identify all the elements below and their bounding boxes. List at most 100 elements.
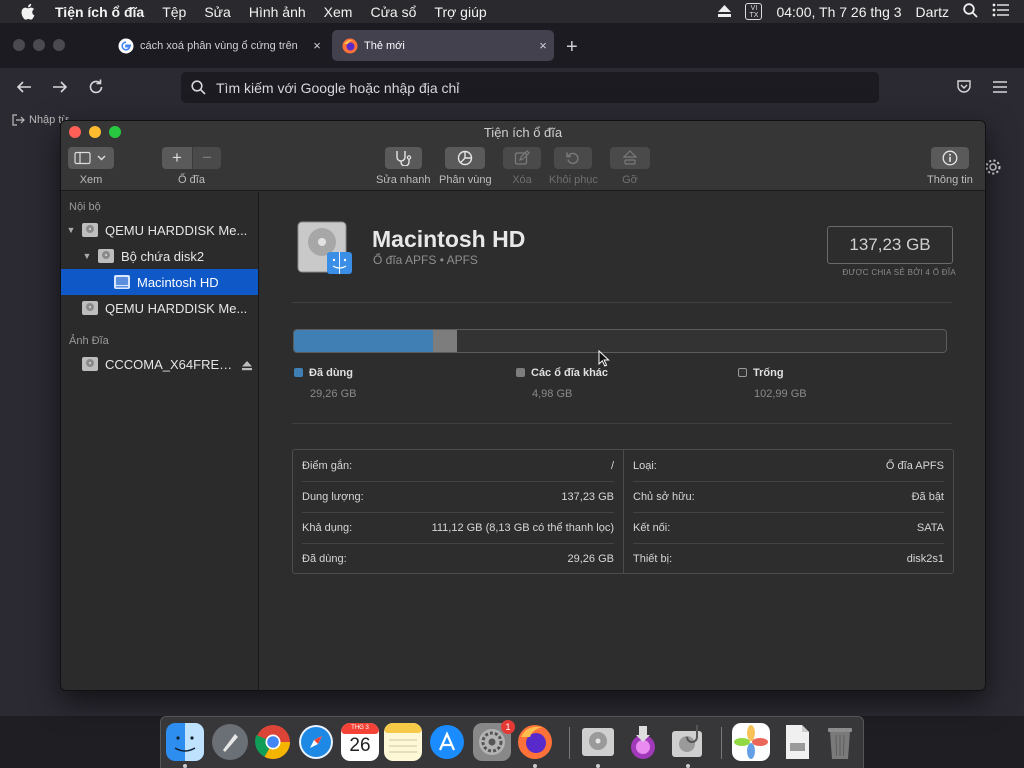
unmount-button[interactable] [610,147,650,169]
menu-app-name[interactable]: Tiện ích ổ đĩa [55,4,144,20]
new-tab-button[interactable]: + [566,36,578,59]
browser-zoom-dot[interactable] [53,39,65,51]
pie-partition-icon [458,150,473,166]
info-value: 111,12 GB (8,13 GB có thể thanh lọc) [431,521,614,534]
info-row: Điểm gắn: / [293,450,623,481]
disclosure-triangle-icon[interactable]: ▼ [65,225,77,235]
browser-close-dot[interactable] [13,39,25,51]
info-column-right: Loại: Ổ đĩa APFS Chủ sở hữu: Đã bật Kết nố… [623,450,953,573]
info-value: Ổ đĩa APFS [885,459,944,472]
forward-arrow-icon[interactable] [50,78,70,98]
input-source-bottom: TX [749,11,759,19]
chrome-icon[interactable] [254,723,292,761]
menu-file[interactable]: Tệp [162,4,186,20]
menu-user[interactable]: Dartz [916,4,949,20]
menu-help[interactable]: Trợ giúp [434,4,486,20]
trash-icon[interactable] [821,723,859,761]
apple-menu-icon[interactable] [20,3,38,20]
menu-window[interactable]: Cửa sổ [370,4,416,20]
browser-minimize-dot[interactable] [33,39,45,51]
browser-tab-active[interactable]: Thẻ mới × [332,30,554,61]
legend-swatch [738,368,747,377]
running-indicator [686,764,690,768]
divider [292,302,952,303]
legend-label: Các ổ đĩa khác [531,367,609,379]
sidebar-item-disk-image[interactable]: CCCOMA_X64FRE_... [61,351,258,377]
firefox-favicon-icon [342,38,358,54]
search-icon [191,80,206,95]
app-store-icon[interactable] [428,723,466,761]
disk-image-icon [82,357,98,371]
info-value: 29,26 GB [567,552,614,565]
eject-icon[interactable] [718,4,732,20]
info-key: Chủ sở hữu: [633,490,695,503]
usage-segment-other [433,330,457,352]
first-aid-button[interactable] [384,147,422,169]
info-value: 137,23 GB [561,490,614,503]
partition-group[interactable]: Phân vùng [439,147,492,186]
erase-button[interactable] [503,147,541,169]
menu-edit[interactable]: Sửa [204,4,231,20]
tab-close-icon[interactable]: × [306,38,328,53]
input-source-icon[interactable]: VI TX [745,3,763,20]
spotlight-search-icon[interactable] [963,2,978,21]
hamburger-menu-icon[interactable] [990,78,1010,98]
disk-label: Ổ đĩa [178,174,205,186]
control-center-icon[interactable] [992,3,1010,20]
back-arrow-icon[interactable] [14,78,34,98]
eject-icon[interactable] [242,359,252,374]
disk-utility-stethoscope-icon[interactable] [669,723,707,761]
tab-close-icon[interactable]: × [532,38,554,53]
info-value: / [610,459,614,472]
page-settings-gear-icon[interactable] [984,158,1002,181]
remove-volume-button[interactable]: − [192,147,221,169]
unmount-group[interactable]: Gỡ [610,147,650,186]
finder-icon[interactable] [166,723,204,761]
launchpad-icon[interactable] [211,723,249,761]
menu-images[interactable]: Hình ảnh [249,4,306,20]
disclosure-triangle-icon[interactable]: ▼ [81,251,93,261]
installer-icon[interactable] [624,723,662,761]
sidebar-item-disk[interactable]: QEMU HARDDISK Me... [61,295,258,321]
view-group: Xem [68,147,114,186]
erase-group[interactable]: Xóa [503,147,541,186]
first-aid-group[interactable]: Sửa nhanh [376,147,430,186]
capacity-shared-note: ĐƯỢC CHIA SẺ BỞI 4 Ổ ĐĨA [842,268,956,277]
url-bar[interactable]: Tìm kiếm với Google hoặc nhập địa chỉ [181,72,879,103]
sidebar-item-container[interactable]: ▼ Bộ chứa disk2 [61,243,258,269]
partition-button[interactable] [445,147,486,169]
pocket-icon[interactable] [954,78,974,98]
sidebar-item-macintosh-hd[interactable]: Macintosh HD [61,269,258,295]
view-button[interactable] [68,147,114,169]
browser-tab[interactable]: cách xoá phân vùng ổ cứng trên × [108,30,328,61]
restore-group[interactable]: Khôi phục [549,147,598,186]
firefox-icon[interactable] [516,723,554,761]
info-row: Khả dụng: 111,12 GB (8,13 GB có thể thanh… [293,512,623,543]
restore-label: Khôi phục [549,174,598,186]
photos-icon[interactable] [732,723,770,761]
info-key: Đã dùng: [302,552,347,565]
sidebar-header-disk-images: Ảnh Đĩa [69,335,109,347]
info-key: Loại: [633,459,657,472]
notes-icon[interactable] [384,723,422,761]
menu-clock[interactable]: 04:00, Th 7 26 thg 3 [776,4,901,20]
safari-icon[interactable] [297,723,335,761]
dock: THG 3 26 1 [160,716,864,768]
volume-name: Macintosh HD [372,226,526,252]
disk-utility-icon[interactable] [579,723,617,761]
reload-icon[interactable] [86,78,106,98]
restore-button[interactable] [554,147,593,169]
info-group[interactable]: Thông tin [927,147,973,186]
menu-view[interactable]: Xem [324,4,353,20]
usage-segment-used [294,330,433,352]
mouse-pointer-icon [598,349,610,372]
add-volume-button[interactable]: + [162,147,192,169]
info-column-left: Điểm gắn: / Dung lượng: 137,23 GB Khả dụng… [293,450,623,573]
sidebar-item-label: CCCOMA_X64FRE_... [105,356,235,372]
partition-label: Phân vùng [439,174,492,186]
info-button[interactable] [930,147,969,169]
volume-info-table: Điểm gắn: / Dung lượng: 137,23 GB Khả dụng… [292,449,954,574]
sidebar-item-disk[interactable]: ▼ QEMU HARDDISK Me... [61,217,258,243]
document-icon[interactable] [778,723,816,761]
legend-swatch [516,368,525,377]
